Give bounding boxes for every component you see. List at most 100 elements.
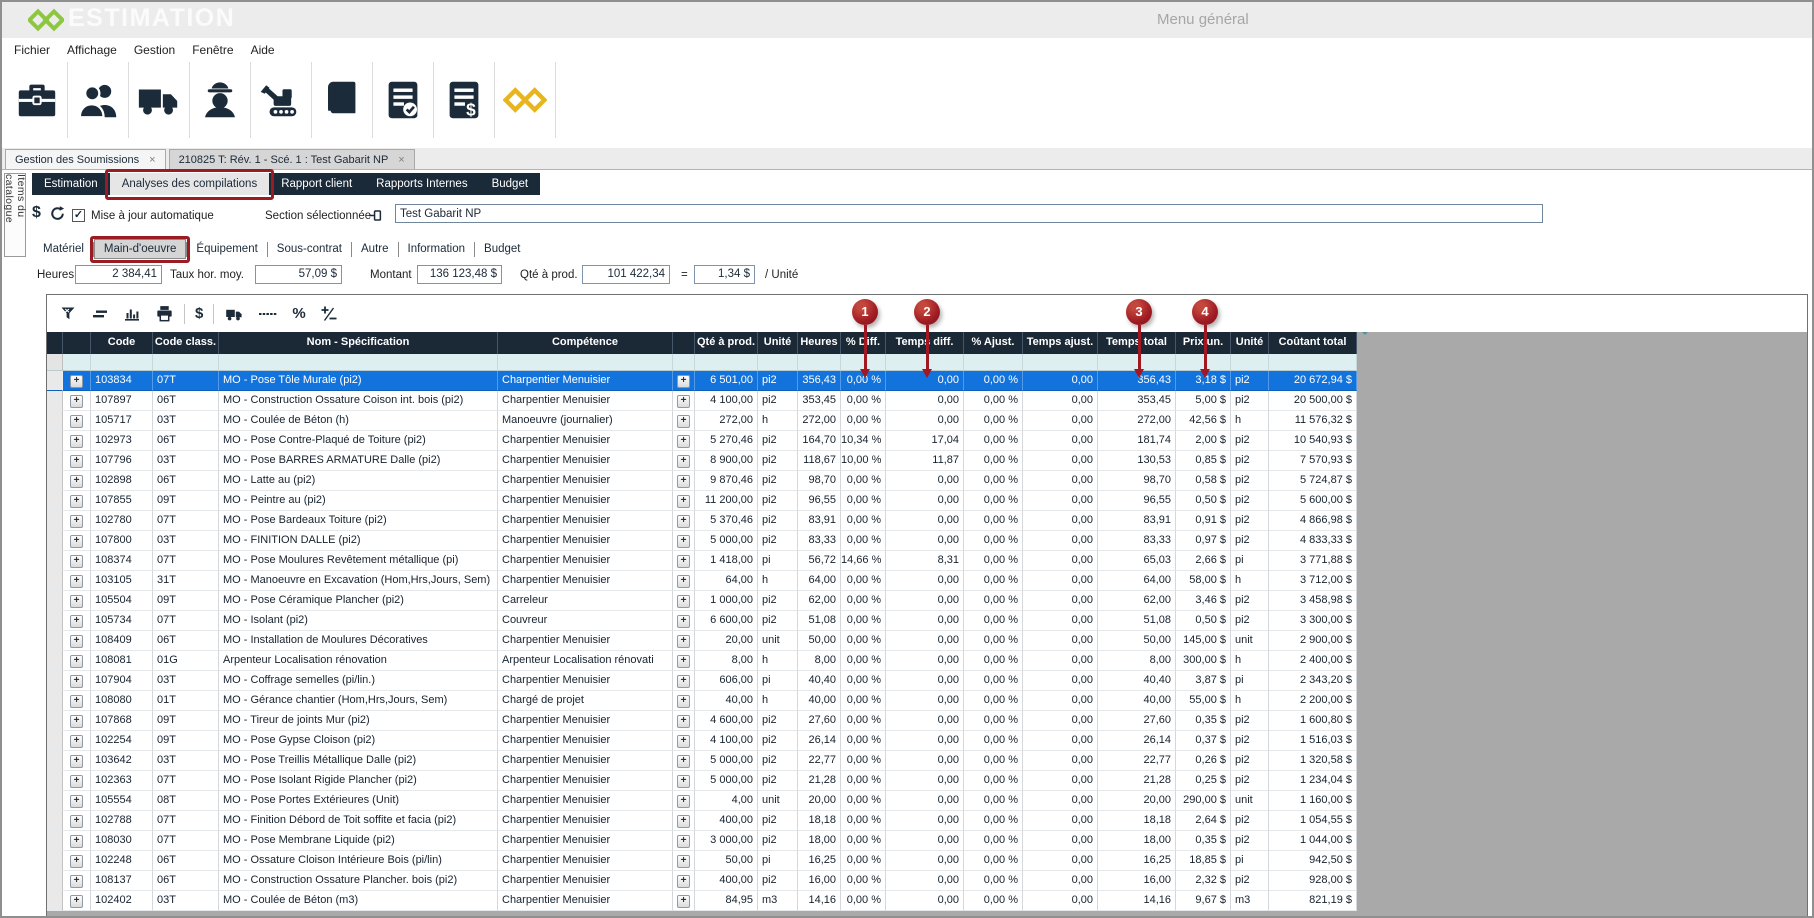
table-cell[interactable]: 3 458,98 $ [1269,591,1357,611]
table-cell[interactable]: 2 900,00 $ [1269,631,1357,651]
table-cell[interactable]: + [63,731,91,751]
table-cell[interactable]: 0,00 [886,811,964,831]
table-cell[interactable]: 0,00 [886,851,964,871]
table-cell[interactable]: 0,00 [886,731,964,751]
table-row[interactable]: +10225409TMO - Pose Gypse Cloison (pi2)C… [47,731,1357,751]
table-cell[interactable]: 3,87 $ [1176,671,1231,691]
column-header[interactable]: Code class. [153,332,219,354]
refresh-icon[interactable] [49,205,66,227]
expand-row-button[interactable]: + [70,675,83,688]
table-cell[interactable]: 26,14 [798,731,841,751]
table-cell[interactable]: 0,00 % [841,571,886,591]
table-cell[interactable]: 5 000,00 [695,751,758,771]
table-cell[interactable]: 102780 [91,511,153,531]
table-cell[interactable]: 0,00 [886,751,964,771]
filter-cell[interactable] [63,354,91,371]
expand-row-button[interactable]: + [677,375,690,388]
table-cell[interactable]: 108030 [91,831,153,851]
table-cell[interactable]: + [673,671,695,691]
table-cell[interactable]: unit [1231,791,1269,811]
column-header[interactable] [47,332,63,354]
filter-cell[interactable] [1231,354,1269,371]
table-cell[interactable]: Charpentier Menuisier [498,631,673,651]
table-cell[interactable]: 07T [153,511,219,531]
table-cell[interactable]: 105717 [91,411,153,431]
table-cell[interactable]: h [1231,571,1269,591]
table-cell[interactable]: + [63,391,91,411]
table-cell[interactable]: 07T [153,811,219,831]
table-cell[interactable]: MO - Pose Gypse Cloison (pi2) [219,731,498,751]
table-cell[interactable]: m3 [1231,891,1269,911]
table-cell[interactable]: Carreleur [498,591,673,611]
table-cell[interactable]: 0,00 [886,591,964,611]
table-cell[interactable]: 40,00 [695,691,758,711]
column-header[interactable] [673,332,695,354]
table-cell[interactable]: + [63,631,91,651]
table-cell[interactable]: 0,00 % [841,771,886,791]
table-cell[interactable]: 0,00 % [841,671,886,691]
expand-row-button[interactable]: + [677,675,690,688]
table-cell[interactable]: pi2 [758,471,798,491]
table-cell[interactable]: 0,00 % [841,531,886,551]
table-cell[interactable]: 103642 [91,751,153,771]
invoice-dollar-icon[interactable]: $ [434,62,495,138]
table-cell[interactable]: 64,00 [695,571,758,591]
table-cell[interactable]: 4,00 [695,791,758,811]
table-cell[interactable]: pi2 [1231,831,1269,851]
table-cell[interactable]: 0,00 [1023,511,1098,531]
table-cell[interactable]: + [63,531,91,551]
table-cell[interactable]: + [673,751,695,771]
table-cell[interactable]: + [673,611,695,631]
bar-chart-icon[interactable] [123,305,141,323]
table-cell[interactable]: 18,85 $ [1176,851,1231,871]
table-cell[interactable]: MO - Construction Ossature Coison int. b… [219,391,498,411]
column-header[interactable]: Qté à prod. [695,332,758,354]
table-cell[interactable]: 107855 [91,491,153,511]
table-cell[interactable]: + [63,691,91,711]
table-cell[interactable]: 0,50 $ [1176,491,1231,511]
table-cell[interactable]: + [673,691,695,711]
table-cell[interactable]: 400,00 [695,811,758,831]
table-row[interactable]: +10573407TMO - Isolant (pi2)Couvreur+6 6… [47,611,1357,631]
expand-row-button[interactable]: + [677,575,690,588]
table-cell[interactable]: pi2 [1231,871,1269,891]
table-cell[interactable]: 18,18 [1098,811,1176,831]
table-cell[interactable]: + [63,411,91,431]
table-cell[interactable]: 1 160,00 $ [1269,791,1357,811]
tab-rapport-client[interactable]: Rapport client [269,173,364,195]
table-row[interactable]: +10785509TMO - Peintre au (pi2)Charpenti… [47,491,1357,511]
table-cell[interactable]: 0,00 [1023,391,1098,411]
table-cell[interactable]: 06T [153,871,219,891]
table-cell[interactable]: + [673,491,695,511]
table-cell[interactable]: 3,46 $ [1176,591,1231,611]
table-cell[interactable]: pi2 [758,751,798,771]
expand-row-button[interactable]: + [70,575,83,588]
table-cell[interactable]: 0,00 [1023,431,1098,451]
table-cell[interactable]: + [673,391,695,411]
table-cell[interactable]: MO - Tireur de joints Mur (pi2) [219,711,498,731]
table-cell[interactable]: 26,14 [1098,731,1176,751]
column-header[interactable]: % Ajust. [964,332,1023,354]
table-cell[interactable]: 8,00 [1098,651,1176,671]
table-cell[interactable]: 0,00 [1023,891,1098,911]
expand-row-button[interactable]: + [677,775,690,788]
table-cell[interactable]: 0,00 % [841,731,886,751]
table-cell[interactable]: 1 418,00 [695,551,758,571]
table-cell[interactable]: 09T [153,491,219,511]
table-cell[interactable]: 2 400,00 $ [1269,651,1357,671]
expand-row-button[interactable]: + [677,895,690,908]
expand-row-button[interactable]: + [677,395,690,408]
toolbox-icon[interactable] [7,62,68,138]
filter-cell[interactable] [798,354,841,371]
table-cell[interactable]: 272,00 [798,411,841,431]
table-cell[interactable]: pi [1231,551,1269,571]
table-cell[interactable]: 03T [153,411,219,431]
table-cell[interactable]: + [63,871,91,891]
table-cell[interactable]: pi2 [1231,491,1269,511]
table-cell[interactable]: 18,18 [798,811,841,831]
table-cell[interactable]: 0,00 [886,631,964,651]
table-cell[interactable]: 0,00 [886,831,964,851]
table-cell[interactable]: 51,08 [798,611,841,631]
table-cell[interactable]: pi2 [1231,451,1269,471]
table-cell[interactable]: 107800 [91,531,153,551]
